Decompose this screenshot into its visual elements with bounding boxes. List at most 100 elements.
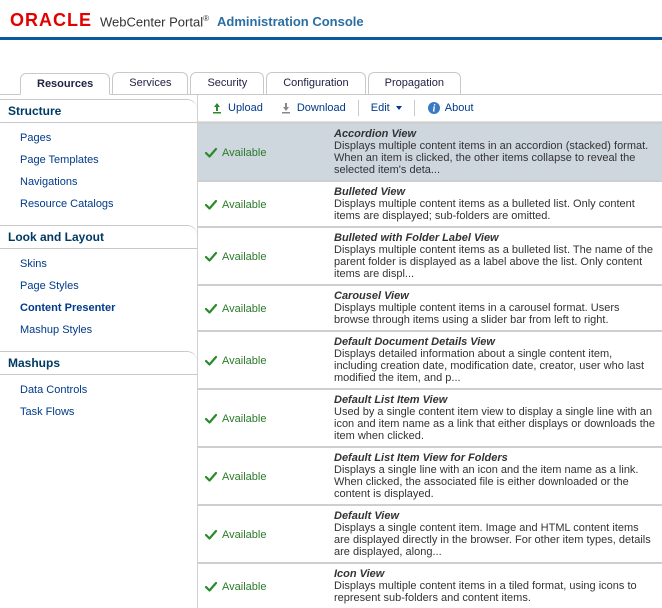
sidebar-item-navigations[interactable]: Navigations bbox=[0, 171, 197, 193]
list-item-title: Default Document Details View bbox=[334, 336, 656, 348]
tab-security[interactable]: Security bbox=[190, 72, 264, 94]
sidebar-section-head: Structure bbox=[0, 99, 197, 123]
status-badge: Available bbox=[204, 232, 334, 280]
list-item[interactable]: Available Bulleted ViewDisplays multiple … bbox=[198, 180, 662, 226]
list-item-description: Used by a single content item view to di… bbox=[334, 406, 656, 442]
status-badge: Available bbox=[204, 290, 334, 326]
list-item-title: Bulleted with Folder Label View bbox=[334, 232, 656, 244]
checkmark-icon bbox=[204, 412, 218, 426]
status-badge: Available bbox=[204, 510, 334, 558]
sidebar-item-pages[interactable]: Pages bbox=[0, 127, 197, 149]
list-item-title: Carousel View bbox=[334, 290, 656, 302]
list-item-description: Displays multiple content items in an ac… bbox=[334, 140, 656, 176]
list-item[interactable]: Available Bulleted with Folder Label View… bbox=[198, 226, 662, 284]
list-item-body: Default Document Details ViewDisplays de… bbox=[334, 336, 656, 384]
status-label: Available bbox=[222, 199, 266, 211]
list-item[interactable]: Available Icon ViewDisplays multiple cont… bbox=[198, 562, 662, 608]
sidebar-item-data-controls[interactable]: Data Controls bbox=[0, 379, 197, 401]
status-badge: Available bbox=[204, 128, 334, 176]
list-item-body: Default List Item ViewUsed by a single c… bbox=[334, 394, 656, 442]
list-item[interactable]: Available Default ViewDisplays a single c… bbox=[198, 504, 662, 562]
list-item[interactable]: Available Default Document Details ViewDi… bbox=[198, 330, 662, 388]
status-label: Available bbox=[222, 471, 266, 483]
tab-configuration[interactable]: Configuration bbox=[266, 72, 365, 94]
status-badge: Available bbox=[204, 394, 334, 442]
status-label: Available bbox=[222, 413, 266, 425]
sidebar-section-head: Look and Layout bbox=[0, 225, 197, 249]
chevron-down-icon bbox=[396, 106, 402, 110]
product-name: WebCenter Portal® bbox=[100, 14, 209, 29]
list-item[interactable]: Available Accordion ViewDisplays multiple… bbox=[198, 122, 662, 180]
upload-label: Upload bbox=[228, 102, 263, 114]
content-list: AvailableAccordion ViewDisplays multiple… bbox=[198, 122, 662, 608]
list-item-body: Default List Item View for FoldersDispla… bbox=[334, 452, 656, 500]
sidebar-item-page-templates[interactable]: Page Templates bbox=[0, 149, 197, 171]
about-button[interactable]: i About bbox=[423, 99, 478, 117]
status-label: Available bbox=[222, 581, 266, 593]
tab-resources[interactable]: Resources bbox=[20, 73, 110, 95]
list-item-description: Displays multiple content items in a car… bbox=[334, 302, 656, 326]
list-item-body: Bulleted ViewDisplays multiple content i… bbox=[334, 186, 656, 222]
list-item-description: Displays multiple content items as a bul… bbox=[334, 244, 656, 280]
upload-button[interactable]: Upload bbox=[206, 99, 267, 117]
list-item-description: Displays multiple content items in a til… bbox=[334, 580, 656, 604]
checkmark-icon bbox=[204, 528, 218, 542]
status-badge: Available bbox=[204, 336, 334, 384]
checkmark-icon bbox=[204, 146, 218, 160]
sidebar-item-skins[interactable]: Skins bbox=[0, 253, 197, 275]
info-icon: i bbox=[427, 101, 441, 115]
toolbar: Upload Download Edit i About bbox=[198, 95, 662, 122]
status-label: Available bbox=[222, 147, 266, 159]
sidebar-item-mashup-styles[interactable]: Mashup Styles bbox=[0, 319, 197, 341]
list-item-body: Icon ViewDisplays multiple content items… bbox=[334, 568, 656, 604]
list-item-title: Default List Item View for Folders bbox=[334, 452, 656, 464]
list-item[interactable]: Available Carousel ViewDisplays multiple … bbox=[198, 284, 662, 330]
sidebar-section-head: Mashups bbox=[0, 351, 197, 375]
list-item[interactable]: Available Default List Item ViewUsed by a… bbox=[198, 388, 662, 446]
edit-label: Edit bbox=[371, 102, 390, 114]
list-item-title: Icon View bbox=[334, 568, 656, 580]
sidebar: Structure PagesPage TemplatesNavigationsR… bbox=[0, 95, 198, 608]
checkmark-icon bbox=[204, 250, 218, 264]
status-label: Available bbox=[222, 251, 266, 263]
checkmark-icon bbox=[204, 580, 218, 594]
toolbar-separator bbox=[358, 100, 359, 116]
list-item-title: Bulleted View bbox=[334, 186, 656, 198]
list-item-title: Default List Item View bbox=[334, 394, 656, 406]
tab-services[interactable]: Services bbox=[112, 72, 188, 94]
status-badge: Available bbox=[204, 186, 334, 222]
header: ORACLE WebCenter Portal® Administration … bbox=[0, 0, 662, 40]
list-item-description: Displays a single line with an icon and … bbox=[334, 464, 656, 500]
checkmark-icon bbox=[204, 198, 218, 212]
list-item-description: Displays multiple content items as a bul… bbox=[334, 198, 656, 222]
tab-propagation[interactable]: Propagation bbox=[368, 72, 461, 94]
about-label: About bbox=[445, 102, 474, 114]
svg-text:i: i bbox=[432, 104, 435, 115]
sidebar-item-task-flows[interactable]: Task Flows bbox=[0, 401, 197, 423]
download-label: Download bbox=[297, 102, 346, 114]
main-tabs: ResourcesServicesSecurityConfigurationPr… bbox=[0, 40, 662, 95]
list-item-body: Accordion ViewDisplays multiple content … bbox=[334, 128, 656, 176]
list-item-description: Displays a single content item. Image an… bbox=[334, 522, 656, 558]
list-item-title: Accordion View bbox=[334, 128, 656, 140]
status-label: Available bbox=[222, 303, 266, 315]
upload-icon bbox=[210, 101, 224, 115]
list-item-body: Carousel ViewDisplays multiple content i… bbox=[334, 290, 656, 326]
checkmark-icon bbox=[204, 470, 218, 484]
sidebar-item-page-styles[interactable]: Page Styles bbox=[0, 275, 197, 297]
status-badge: Available bbox=[204, 452, 334, 500]
download-button[interactable]: Download bbox=[275, 99, 350, 117]
checkmark-icon bbox=[204, 302, 218, 316]
status-label: Available bbox=[222, 355, 266, 367]
download-icon bbox=[279, 101, 293, 115]
sidebar-item-resource-catalogs[interactable]: Resource Catalogs bbox=[0, 193, 197, 215]
page-title: Administration Console bbox=[217, 14, 364, 29]
toolbar-separator bbox=[414, 100, 415, 116]
list-item[interactable]: Available Default List Item View for Fold… bbox=[198, 446, 662, 504]
status-label: Available bbox=[222, 529, 266, 541]
list-item-title: Default View bbox=[334, 510, 656, 522]
edit-menu-button[interactable]: Edit bbox=[367, 100, 406, 116]
status-badge: Available bbox=[204, 568, 334, 604]
list-item-body: Default ViewDisplays a single content it… bbox=[334, 510, 656, 558]
sidebar-item-content-presenter[interactable]: Content Presenter bbox=[0, 297, 197, 319]
